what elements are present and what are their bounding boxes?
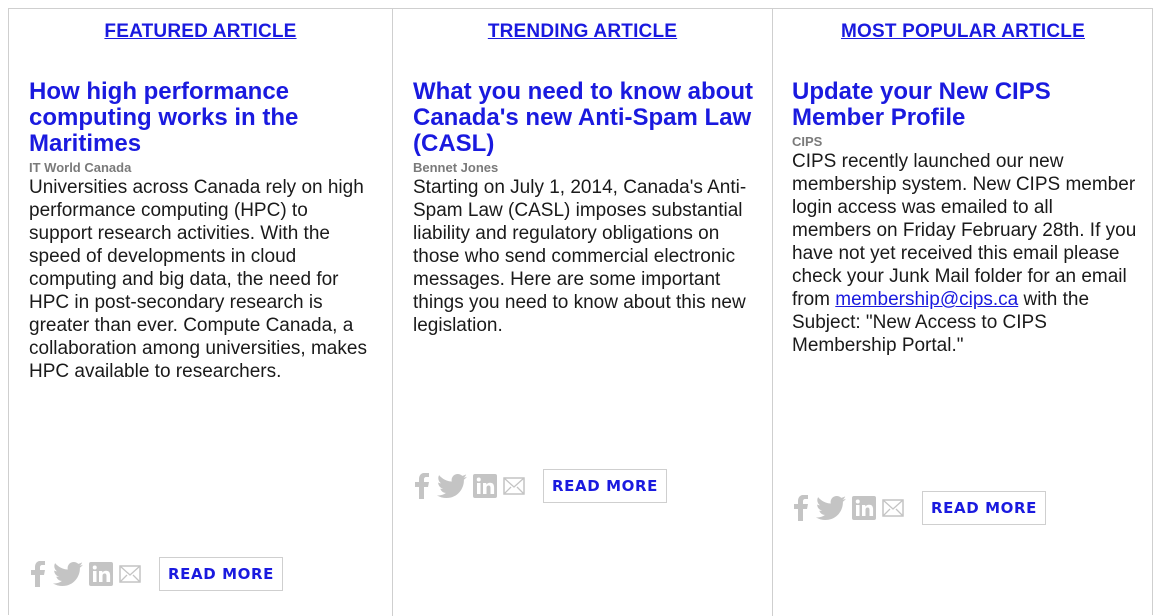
linkedin-icon[interactable] bbox=[89, 562, 113, 586]
linkedin-icon[interactable] bbox=[473, 474, 497, 498]
featured-article-header[interactable]: FEATURED ARTICLE bbox=[9, 21, 392, 43]
most-popular-article: Update your New CIPS Member Profile CIPS… bbox=[792, 79, 1137, 357]
read-more-button[interactable]: READ MORE bbox=[922, 491, 1046, 525]
featured-column: FEATURED ARTICLE How high performance co… bbox=[9, 9, 392, 616]
article-source: IT World Canada bbox=[29, 160, 132, 175]
most-popular-article-header[interactable]: MOST POPULAR ARTICLE bbox=[773, 21, 1153, 43]
article-description: Universities across Canada rely on high … bbox=[29, 177, 367, 382]
facebook-icon[interactable] bbox=[29, 561, 47, 587]
article-actions: READ MORE bbox=[29, 557, 283, 591]
twitter-icon[interactable] bbox=[437, 474, 467, 498]
article-title[interactable]: Update your New CIPS Member Profile bbox=[792, 79, 1137, 131]
email-icon[interactable] bbox=[882, 499, 904, 517]
article-title[interactable]: How high performance computing works in … bbox=[29, 79, 374, 157]
article-source: CIPS bbox=[792, 134, 823, 149]
membership-email-link[interactable]: membership@cips.ca bbox=[835, 289, 1018, 310]
linkedin-icon[interactable] bbox=[852, 496, 876, 520]
article-description: CIPS recently launched our new membershi… bbox=[792, 150, 1137, 357]
trending-article-header[interactable]: TRENDING ARTICLE bbox=[393, 21, 772, 43]
facebook-icon[interactable] bbox=[413, 473, 431, 499]
trending-column: TRENDING ARTICLE What you need to know a… bbox=[392, 9, 772, 616]
email-icon[interactable] bbox=[119, 565, 141, 583]
twitter-icon[interactable] bbox=[816, 496, 846, 520]
articles-table: FEATURED ARTICLE How high performance co… bbox=[8, 8, 1153, 616]
share-icons bbox=[29, 561, 141, 587]
featured-article: How high performance computing works in … bbox=[29, 79, 374, 383]
facebook-icon[interactable] bbox=[792, 495, 810, 521]
article-description: Starting on July 1, 2014, Canada's Anti-… bbox=[413, 177, 747, 336]
twitter-icon[interactable] bbox=[53, 562, 83, 586]
description-text: CIPS recently launched our new membershi… bbox=[792, 151, 1137, 310]
article-source: Bennet Jones bbox=[413, 160, 499, 175]
most-popular-column: MOST POPULAR ARTICLE Update your New CIP… bbox=[772, 9, 1153, 616]
article-actions: READ MORE bbox=[792, 491, 1046, 525]
read-more-button[interactable]: READ MORE bbox=[543, 469, 667, 503]
read-more-button[interactable]: READ MORE bbox=[159, 557, 283, 591]
share-icons bbox=[413, 473, 525, 499]
share-icons bbox=[792, 495, 904, 521]
email-icon[interactable] bbox=[503, 477, 525, 495]
article-actions: READ MORE bbox=[413, 469, 667, 503]
article-title[interactable]: What you need to know about Canada's new… bbox=[413, 79, 758, 157]
trending-article: What you need to know about Canada's new… bbox=[413, 79, 758, 337]
